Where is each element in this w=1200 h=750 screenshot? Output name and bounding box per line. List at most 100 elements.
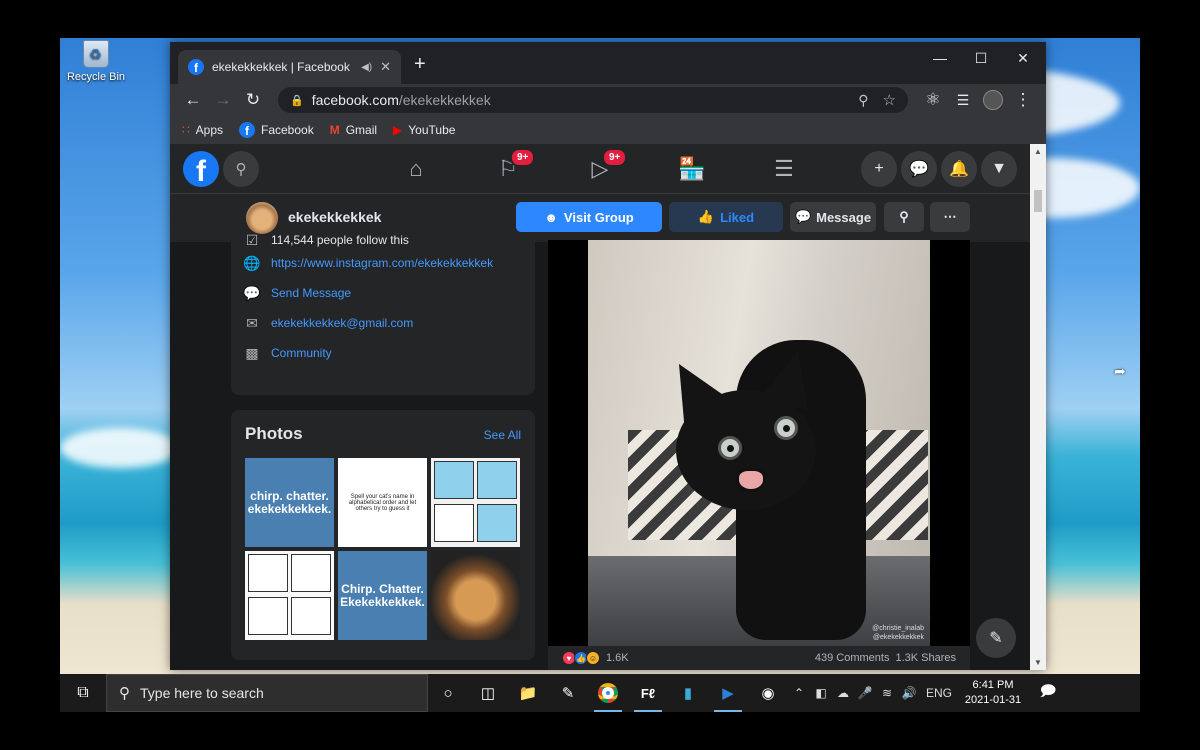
photo-thumbnail[interactable] — [431, 551, 520, 640]
recycle-bin-shortcut[interactable]: Recycle Bin — [60, 40, 132, 83]
page-search-button[interactable]: ⚲ — [884, 202, 924, 232]
more-options-button[interactable]: ⋯ — [930, 202, 970, 232]
bookmark-apps[interactable]: ∷ Apps — [182, 123, 223, 137]
recycle-bin-label: Recycle Bin — [66, 71, 126, 83]
taskbar-app-icon[interactable]: ▮ — [668, 674, 708, 712]
media-player-icon[interactable]: ▶ — [708, 674, 748, 712]
bookmark-star-icon[interactable]: ☆ — [883, 91, 896, 109]
close-tab-icon[interactable]: ✕ — [380, 59, 391, 75]
language-indicator[interactable]: ENG — [920, 686, 958, 700]
comic-panel — [434, 504, 474, 542]
envelope-icon: ✉ — [246, 314, 258, 331]
photo-thumbnail[interactable] — [431, 458, 520, 547]
marketplace-icon[interactable]: 🏪 — [672, 156, 712, 182]
page-avatar[interactable] — [246, 202, 278, 234]
followers-row: ☑ 114,544 people follow this — [231, 232, 535, 248]
desktop: Recycle Bin f ekekekkekkek | Facebook ◀)… — [60, 38, 1140, 712]
zoom-icon[interactable]: ⚲ — [858, 92, 868, 109]
messenger-icon: 💬 — [794, 209, 812, 224]
new-message-compose-icon[interactable]: ✎ — [976, 618, 1016, 658]
watch-icon[interactable]: ▷ 9+ — [580, 148, 628, 182]
volume-icon[interactable]: 🔊 — [898, 686, 920, 700]
haha-reaction-icon[interactable]: ☺ — [586, 651, 600, 665]
back-icon[interactable]: ← — [178, 90, 208, 110]
search-icon[interactable]: ⚲ — [223, 151, 259, 187]
mouse-cursor-icon: ➦ — [1114, 363, 1126, 379]
obs-icon[interactable]: ◉ — [748, 674, 788, 712]
bookmarks-bar: ∷ Apps f Facebook M Gmail ▶ YouTube — [170, 116, 1046, 144]
thumbs-up-icon: 👍 — [697, 209, 715, 224]
windows-start-icon[interactable]: ⧉ — [60, 674, 106, 712]
network-icon[interactable]: ≋ — [876, 686, 898, 700]
message-button[interactable]: 💬 Message — [790, 202, 876, 232]
browser-toolbar: ← → ↻ 🔒 facebook.com/ekekekkekkek ⚲ ☆ ⚛ … — [170, 84, 1046, 116]
close-window-icon[interactable]: ✕ — [1003, 50, 1043, 67]
account-chevron-down-icon[interactable]: ▼ — [981, 151, 1017, 187]
minimize-icon[interactable]: — — [920, 50, 960, 66]
menu-icon[interactable]: ☰ — [764, 156, 804, 182]
bookmark-youtube[interactable]: ▶ YouTube — [393, 123, 455, 137]
fl-studio-icon[interactable]: Fℓ — [628, 674, 668, 712]
instagram-link[interactable]: https://www.instagram.com/ekekekkekkek — [271, 256, 493, 270]
maximize-icon[interactable]: ☐ — [961, 50, 1001, 67]
black-cat — [654, 300, 886, 640]
reaction-count[interactable]: 1.6K — [606, 652, 629, 664]
device-icon[interactable]: ◧ — [810, 686, 832, 700]
forward-icon[interactable]: → — [208, 90, 238, 110]
send-message-link[interactable]: Send Message — [271, 286, 351, 300]
address-bar[interactable]: 🔒 facebook.com/ekekekkekkek ⚲ ☆ — [278, 87, 908, 113]
onedrive-cloud-icon[interactable]: ☁ — [832, 686, 854, 700]
folder-icon: ▩ — [245, 344, 259, 361]
chrome-taskbar-icon[interactable] — [588, 674, 628, 712]
youtube-icon: ▶ — [393, 123, 403, 137]
photo-thumbnail[interactable]: Spell your cat's name in alphabetical or… — [338, 458, 427, 547]
email-link[interactable]: ekekekkekkek@gmail.com — [271, 316, 413, 330]
mute-tab-icon[interactable]: ◀) — [361, 62, 372, 73]
messenger-icon[interactable]: 💬 — [901, 151, 937, 187]
cat-video[interactable]: @christie_inalab @ekekekkekkek — [588, 240, 930, 646]
cortana-icon[interactable]: ○ — [428, 674, 468, 712]
extensions-puzzle-icon[interactable]: ⚛ — [918, 90, 948, 110]
active-tab[interactable]: f ekekekkekkek | Facebook ◀) ✕ — [178, 50, 401, 84]
task-view-icon[interactable]: ◫ — [468, 674, 508, 712]
system-clock[interactable]: 6:41 PM 2021-01-31 — [958, 678, 1028, 708]
reload-icon[interactable]: ↻ — [238, 90, 268, 110]
scrollbar-thumb[interactable] — [1034, 190, 1042, 212]
facebook-logo-icon[interactable]: f — [183, 151, 219, 187]
pages-flag-icon[interactable]: ⚐ 9+ — [488, 148, 536, 182]
taskbar-app-icon[interactable]: ✎ — [548, 674, 588, 712]
show-hidden-icons-chevron-icon[interactable]: ⌃ — [788, 686, 810, 700]
category-link[interactable]: Community — [271, 346, 332, 360]
scroll-down-icon[interactable]: ▼ — [1034, 658, 1042, 667]
bookmark-gmail[interactable]: M Gmail — [330, 123, 377, 137]
page-scrollbar[interactable]: ▲ ▼ — [1030, 144, 1046, 670]
visit-group-button[interactable]: ☻ Visit Group — [516, 202, 662, 232]
liked-button[interactable]: 👍 Liked — [669, 202, 783, 232]
shares-count[interactable]: 1.3K Shares — [895, 652, 956, 664]
media-control-icon[interactable]: ☰ — [948, 92, 978, 109]
chrome-menu-icon[interactable]: ⋮ — [1008, 90, 1038, 110]
photo-thumbnail[interactable]: chirp. chatter. ekekekkekkek. — [245, 458, 334, 547]
scroll-up-icon[interactable]: ▲ — [1034, 147, 1042, 156]
action-center-icon[interactable]: 🗩 — [1028, 674, 1068, 712]
home-icon[interactable]: ⌂ — [396, 156, 436, 182]
see-all-link[interactable]: See All — [484, 428, 521, 442]
reactions-bar: ♥ 👍 ☺ 1.6K 439 Comments 1.3K Shares — [548, 646, 970, 670]
create-plus-icon[interactable]: + — [861, 151, 897, 187]
photo-thumbnail[interactable] — [245, 551, 334, 640]
bookmark-facebook[interactable]: f Facebook — [239, 122, 314, 138]
microphone-icon[interactable]: 🎤 — [854, 686, 876, 700]
photos-card: Photos See All chirp. chatter. ekekekkek… — [231, 410, 535, 660]
notifications-bell-icon[interactable]: 🔔 — [941, 151, 977, 187]
cloud — [60, 428, 180, 468]
page-name[interactable]: ekekekkekkek — [288, 209, 381, 225]
cat-eye — [774, 416, 798, 440]
profile-avatar-icon[interactable] — [978, 90, 1008, 111]
photo-thumbnail[interactable]: Chirp. Chatter. Ekekekkekkek. — [338, 551, 427, 640]
comments-count[interactable]: 439 Comments — [815, 652, 890, 664]
file-explorer-icon[interactable]: 📁 — [508, 674, 548, 712]
taskbar-search-box[interactable]: ⚲ Type here to search — [106, 674, 428, 712]
photo-caption: Chirp. Chatter. Ekekekkekkek. — [340, 581, 425, 609]
new-tab-button[interactable]: + — [414, 54, 426, 74]
watermark-line: @christie_inalab — [872, 625, 924, 632]
